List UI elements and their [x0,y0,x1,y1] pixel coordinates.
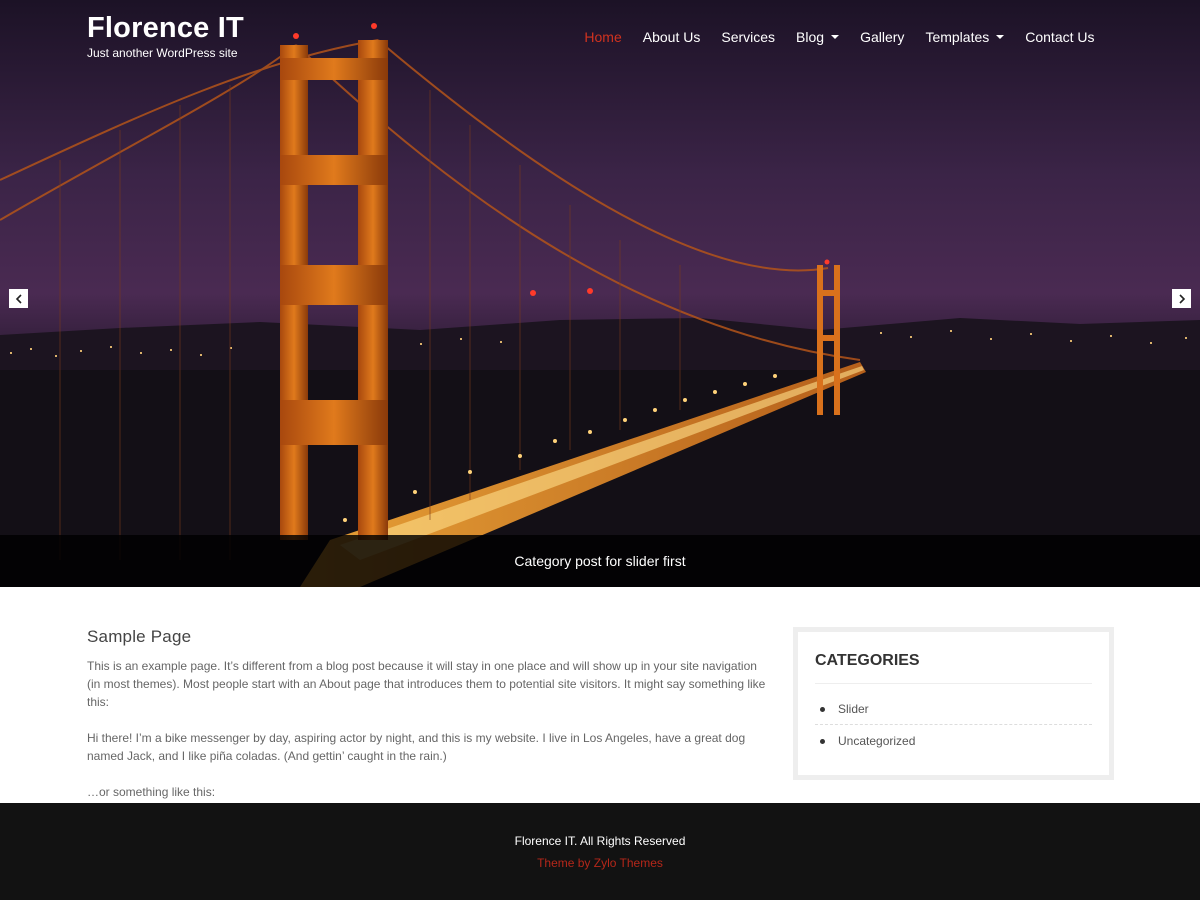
slider-image [0,0,1200,587]
nav-item-services[interactable]: Services [711,28,786,46]
nav-item-label: Home [584,29,622,45]
slider-next-button[interactable] [1172,289,1191,308]
chevron-right-icon [1178,293,1185,304]
chevron-left-icon [15,293,22,304]
nav-item-gallery[interactable]: Gallery [850,28,915,46]
nav-item-contact-us[interactable]: Contact Us [1015,28,1105,46]
category-list: Slider Uncategorized [815,684,1092,758]
site-footer: Florence IT. All Rights Reserved Theme b… [0,803,1200,900]
nav-item-blog[interactable]: Blog [786,28,850,46]
nav-item-label: Contact Us [1025,29,1095,45]
nav-item-label: About Us [642,29,701,45]
nav-item-label: Services [721,29,776,45]
page-paragraph: …or something like this: [87,785,216,799]
categories-widget: CATEGORIES Slider Uncategorized [793,627,1114,780]
slider-caption[interactable]: Category post for slider first [514,553,685,569]
nav-item-label: Templates [925,29,990,45]
slider-prev-button[interactable] [9,289,28,308]
page-paragraph: Hi there! I’m a bike messenger by day, a… [87,731,746,763]
nav-item-label: Blog [796,29,825,45]
caret-down-icon [831,35,840,39]
nav-item-home[interactable]: Home [574,28,632,46]
widget-title: CATEGORIES [815,652,1092,684]
footer-theme-link[interactable]: Theme by Zylo Themes [0,856,1200,870]
category-item-uncategorized[interactable]: Uncategorized [815,725,1092,758]
footer-copyright: Florence IT. All Rights Reserved [514,834,686,848]
nav-item-about-us[interactable]: About Us [632,28,711,46]
site-tagline: Just another WordPress site [87,46,238,60]
caret-down-icon [996,35,1005,39]
site-title[interactable]: Florence IT [87,12,244,45]
hero-slider: Florence IT Just another WordPress site … [0,0,1200,587]
main-nav: Home About Us Services Blog Gallery Temp… [574,28,1105,46]
main-content: Sample Page This is an example page. It’… [87,627,767,819]
page-paragraph: This is an example page. It’s different … [87,659,766,709]
category-item-slider[interactable]: Slider [815,684,1092,725]
nav-item-label: Gallery [860,29,905,45]
page-title: Sample Page [87,627,192,646]
slider-caption-bar: Category post for slider first [0,535,1200,587]
nav-item-templates[interactable]: Templates [915,28,1015,46]
